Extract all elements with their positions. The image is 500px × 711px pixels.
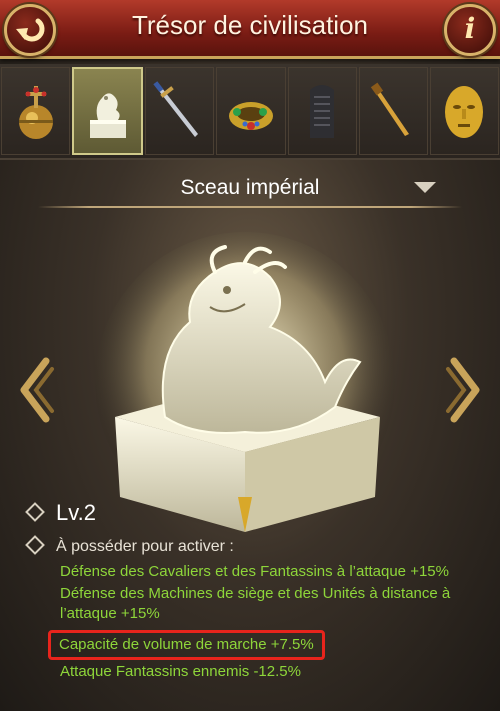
selector-divider (38, 206, 462, 208)
bonus-item-highlighted: Capacité de volume de marche +7.5% (48, 630, 325, 660)
info-icon: i (464, 12, 476, 45)
golden-mask-icon (445, 86, 484, 138)
diamond-bullet-icon (25, 502, 45, 523)
treasure-slot-jeweled-crown[interactable] (216, 67, 286, 155)
header-bar: Trésor de civilisation i (0, 0, 500, 59)
treasure-slot-golden-mask[interactable] (429, 67, 499, 155)
treasure-dropdown[interactable]: Sceau impérial (38, 168, 462, 212)
treasure-slot-sword[interactable] (145, 67, 215, 155)
jeweled-crown-icon (228, 102, 273, 130)
treasure-slot-globus-cruciger[interactable] (1, 67, 71, 155)
page-title: Trésor de civilisation (131, 10, 368, 40)
next-arrow-icon[interactable] (444, 355, 484, 425)
treasure-slot-imperial-seal[interactable] (72, 67, 144, 155)
imperial-seal-icon (89, 93, 126, 138)
previous-arrow-icon[interactable] (16, 355, 56, 425)
level-label: Lv.2 (56, 500, 96, 525)
imperial-seal-artwork (95, 232, 395, 532)
sword-icon (153, 81, 198, 137)
level-row: Lv.2 (25, 496, 488, 530)
stone-stele-icon (310, 85, 335, 138)
info-button[interactable]: i (444, 4, 496, 56)
bonus-item: Défense des Machines de siège et des Uni… (60, 585, 451, 622)
treasure-slot-stone-stele[interactable] (287, 67, 357, 155)
globus-cruciger-icon (18, 86, 53, 139)
chevron-down-icon (414, 182, 436, 193)
requirement-label: À posséder pour activer : (56, 538, 234, 555)
treasure-selector-row (0, 64, 500, 160)
bonus-item: Défense des Cavaliers et des Fantassins … (60, 563, 449, 580)
civilization-treasure-screen: Trésor de civilisation i Sceau impérial … (0, 0, 500, 711)
requirement-row: À posséder pour activer : (25, 534, 488, 560)
treasure-slot-golden-dagger[interactable] (358, 67, 428, 155)
treasure-stats: Lv.2 À posséder pour activer : Défense d… (25, 496, 488, 682)
golden-dagger-icon (371, 82, 410, 136)
selected-treasure-name: Sceau impérial (180, 176, 320, 199)
diamond-bullet-icon (25, 534, 45, 555)
bonus-item: Attaque Fantassins ennemis -12.5% (60, 663, 301, 680)
